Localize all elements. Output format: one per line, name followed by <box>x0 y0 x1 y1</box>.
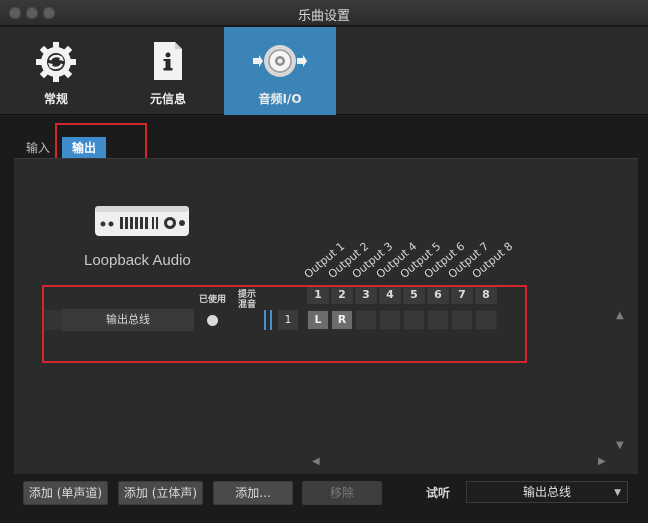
gear-icon <box>33 39 79 89</box>
settings-toolbar: 常规 元信息 音频I/O <box>0 27 648 115</box>
audio-interface-icon <box>94 205 190 241</box>
scroll-up-arrow[interactable]: ▲ <box>616 310 624 321</box>
toolbar-item-metadata[interactable]: 元信息 <box>112 27 224 115</box>
audition-select[interactable]: 输出总线 ▼ <box>466 481 628 503</box>
audition-label: 试听 <box>426 486 451 500</box>
remove-button[interactable]: 移除 <box>302 481 382 505</box>
add-button[interactable]: 添加... <box>213 481 293 505</box>
add-stereo-button[interactable]: 添加 (立体声) <box>118 481 203 505</box>
window-title: 乐曲设置 <box>297 9 350 24</box>
toolbar-item-audio-io[interactable]: 音频I/O <box>224 27 336 115</box>
device-name: Loopback Audio <box>84 252 191 269</box>
tab-input[interactable]: 输入 <box>16 137 60 159</box>
chevron-down-icon: ▼ <box>614 488 621 498</box>
scroll-left-arrow[interactable]: ◀ <box>312 456 320 467</box>
toolbar-item-label: 常规 <box>43 92 68 106</box>
scroll-right-arrow[interactable]: ▶ <box>598 456 606 467</box>
bus-row-highlight-box <box>42 285 527 363</box>
scroll-down-arrow[interactable]: ▼ <box>616 440 624 451</box>
audition-select-value: 输出总线 <box>522 485 571 499</box>
toolbar-item-label: 元信息 <box>149 92 186 106</box>
speaker-io-icon <box>250 41 310 85</box>
add-mono-button[interactable]: 添加 (单声道) <box>23 481 108 505</box>
toolbar-item-label: 音频I/O <box>258 92 302 106</box>
info-document-icon <box>151 41 185 85</box>
title-bar: 乐曲设置 <box>0 0 648 26</box>
toolbar-item-general[interactable]: 常规 <box>0 27 112 115</box>
